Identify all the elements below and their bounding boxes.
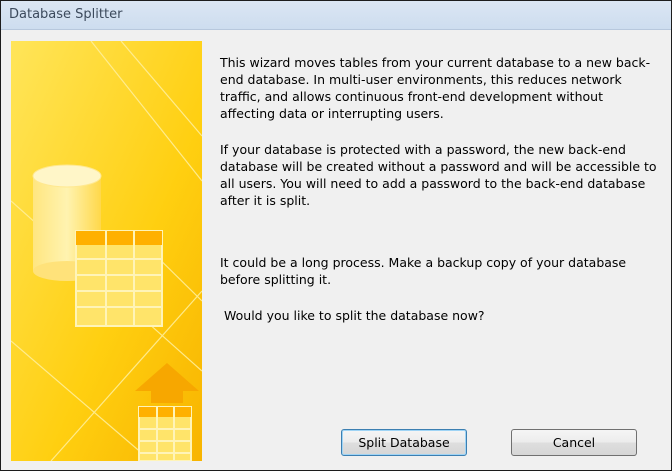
confirm-question: Would you like to split the database now… bbox=[224, 308, 485, 323]
password-paragraph: If your database is protected with a pas… bbox=[220, 142, 657, 208]
split-database-button[interactable]: Split Database bbox=[341, 429, 467, 456]
cancel-button[interactable]: Cancel bbox=[511, 429, 637, 456]
backup-paragraph: It could be a long process. Make a backu… bbox=[220, 255, 627, 287]
window-title: Database Splitter bbox=[9, 7, 123, 22]
database-table-illustration-icon bbox=[11, 41, 202, 461]
intro-paragraph: This wizard moves tables from your curre… bbox=[220, 55, 651, 121]
title-bar[interactable]: Database Splitter bbox=[1, 1, 671, 30]
dialog-window: Database Splitter This wizard moves tabl… bbox=[0, 0, 672, 471]
